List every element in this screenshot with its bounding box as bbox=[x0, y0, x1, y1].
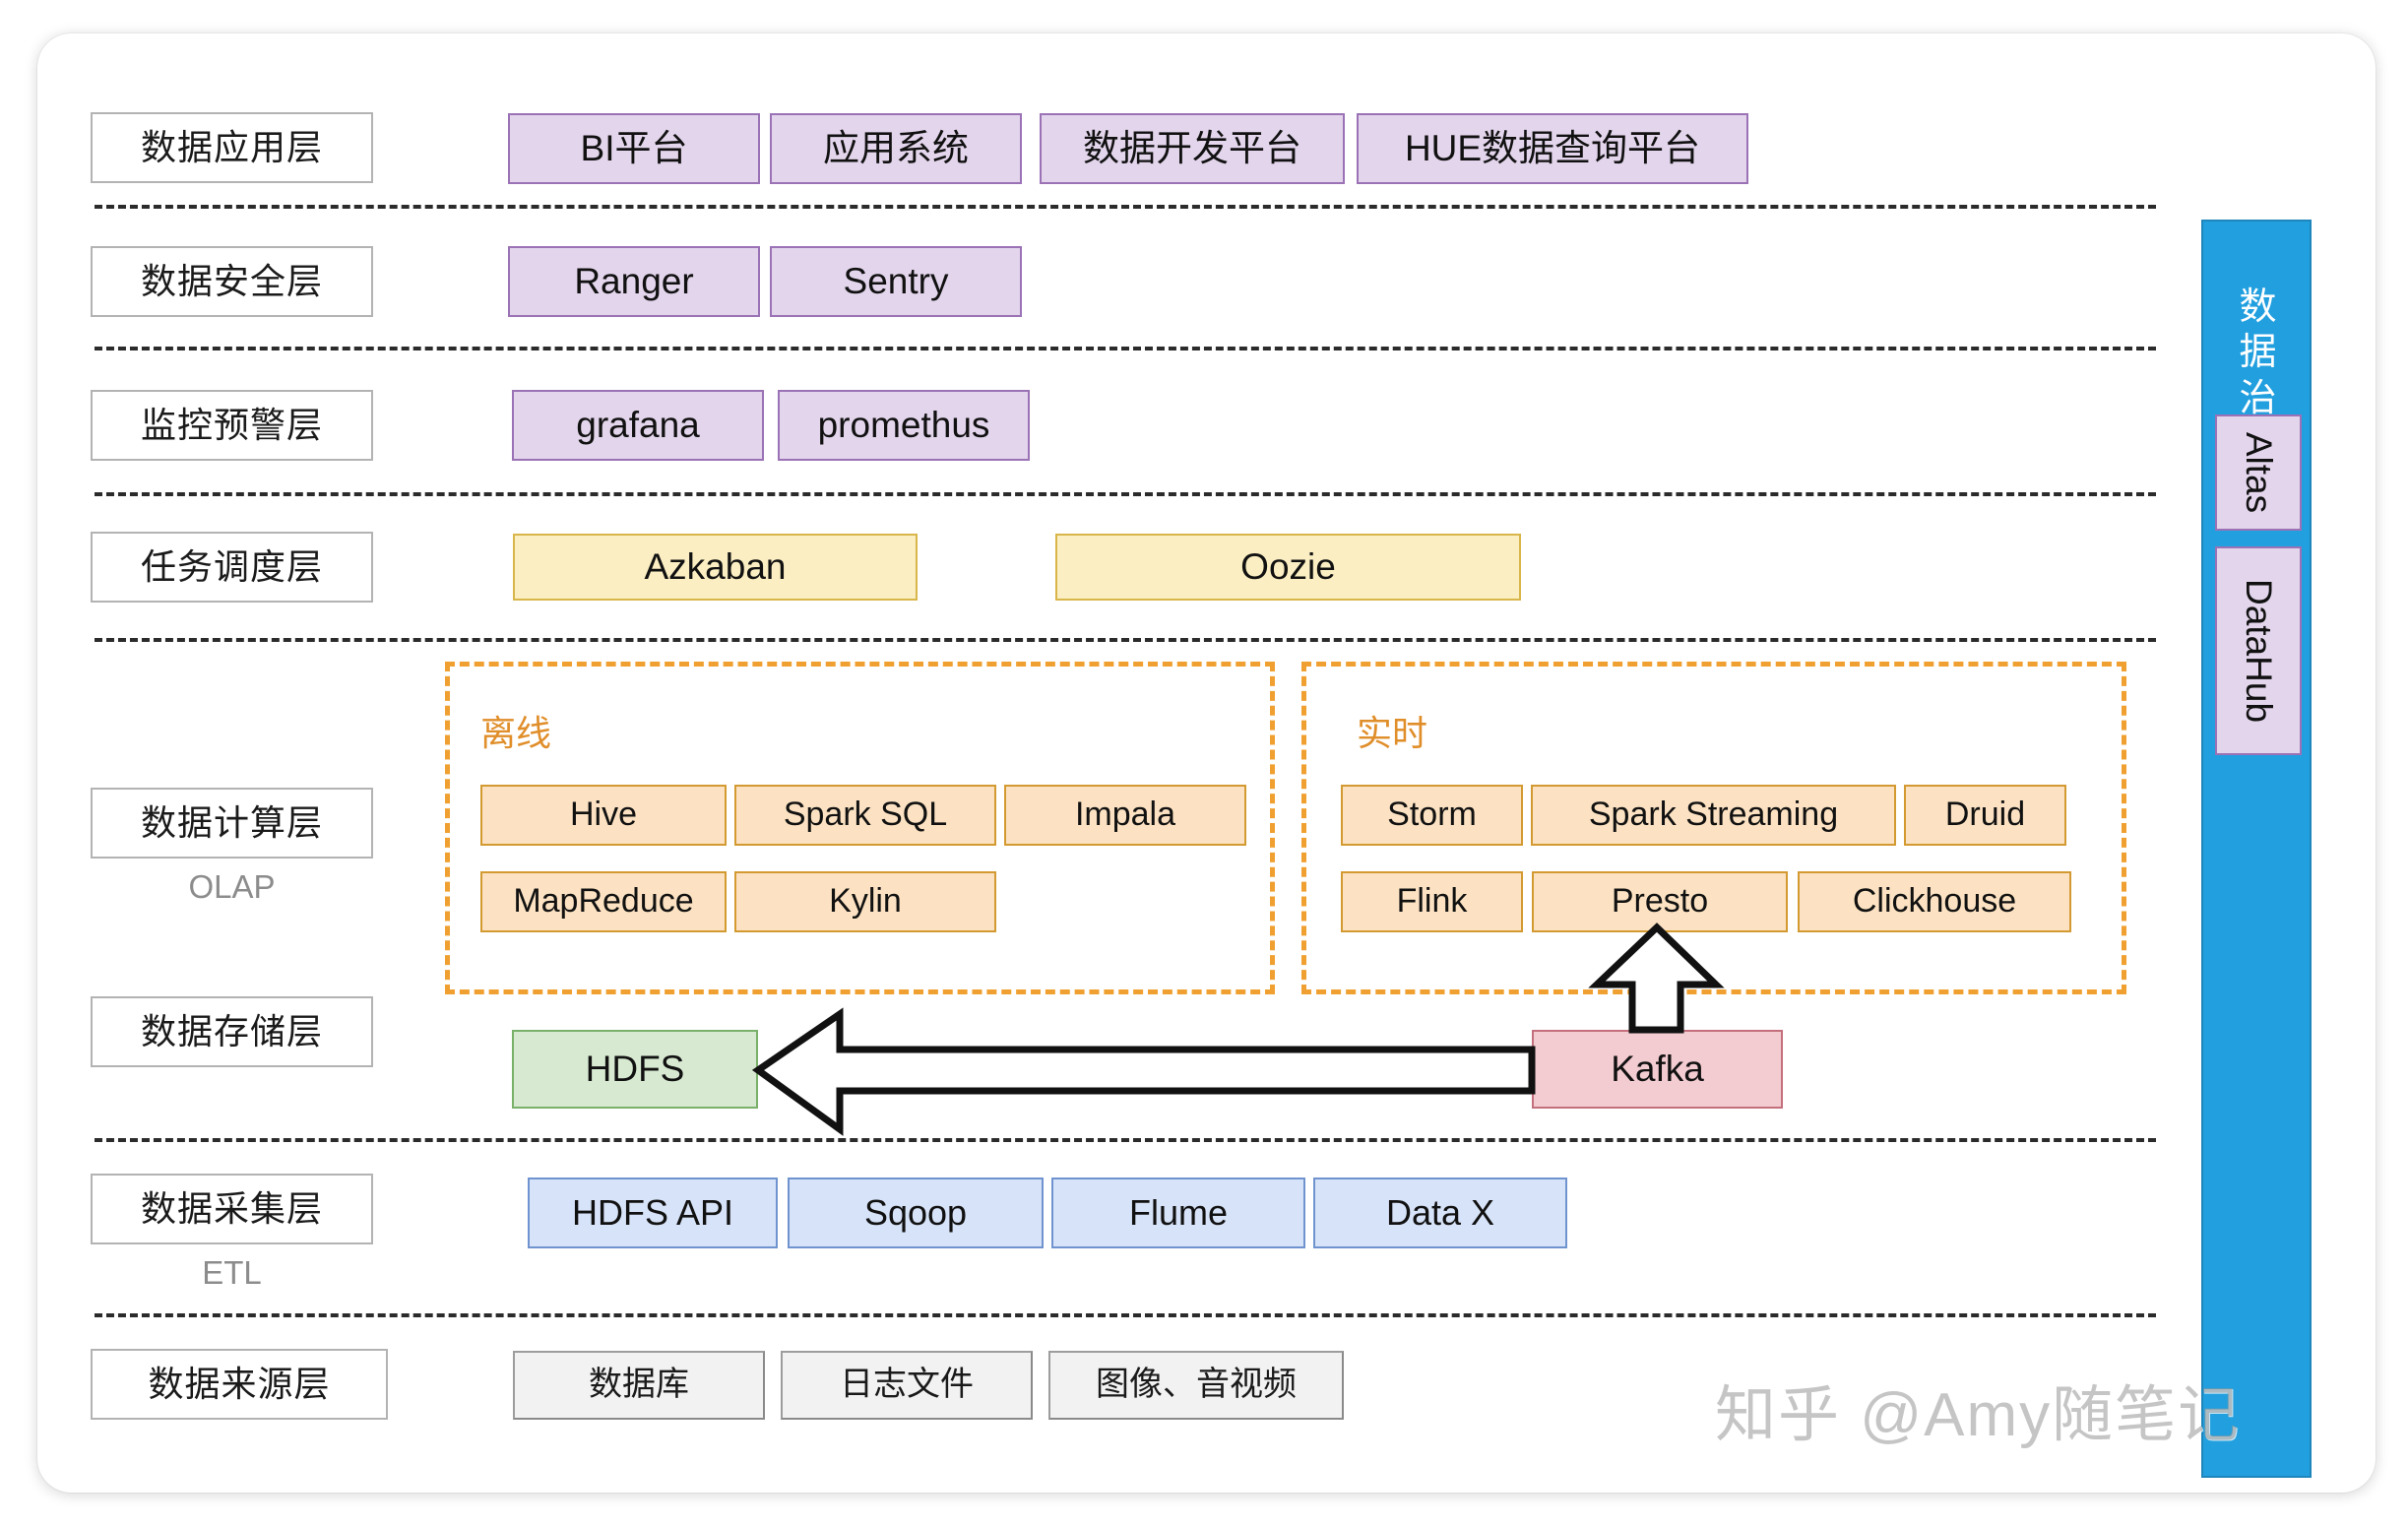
separator-security-monitor bbox=[95, 347, 2156, 350]
collect-item-flume[interactable]: Flume bbox=[1051, 1178, 1305, 1248]
monitor-item-promethus[interactable]: promethus bbox=[778, 390, 1030, 461]
separator-collect-source bbox=[95, 1313, 2156, 1317]
diagram-canvas: 数据应用层 数据安全层 监控预警层 任务调度层 数据计算层 OLAP 数据存储层… bbox=[0, 0, 2408, 1528]
app-item-data-dev-platform[interactable]: 数据开发平台 bbox=[1040, 113, 1345, 184]
source-item-media[interactable]: 图像、音视频 bbox=[1048, 1351, 1344, 1420]
compute-offline-hive[interactable]: Hive bbox=[480, 785, 727, 846]
layer-label-compute: 数据计算层 bbox=[91, 788, 373, 859]
layer-label-security: 数据安全层 bbox=[91, 246, 373, 317]
layer-label-storage: 数据存储层 bbox=[91, 996, 373, 1067]
security-item-ranger[interactable]: Ranger bbox=[508, 246, 760, 317]
compute-realtime-clickhouse[interactable]: Clickhouse bbox=[1798, 871, 2071, 932]
layer-label-monitor: 监控预警层 bbox=[91, 390, 373, 461]
layer-sublabel-etl: ETL bbox=[202, 1254, 262, 1291]
layer-label-source: 数据来源层 bbox=[91, 1349, 388, 1420]
app-item-bi-platform[interactable]: BI平台 bbox=[508, 113, 760, 184]
layer-label-schedule: 任务调度层 bbox=[91, 532, 373, 603]
compute-realtime-title: 实时 bbox=[1357, 713, 1428, 753]
security-item-sentry[interactable]: Sentry bbox=[770, 246, 1022, 317]
source-item-log-files[interactable]: 日志文件 bbox=[781, 1351, 1033, 1420]
governance-bar[interactable]: 数据治理 Altas DataHub bbox=[2201, 220, 2312, 1478]
layer-sublabel-olap: OLAP bbox=[188, 868, 276, 905]
collect-item-hdfs-api[interactable]: HDFS API bbox=[528, 1178, 778, 1248]
monitor-item-grafana[interactable]: grafana bbox=[512, 390, 764, 461]
schedule-item-oozie[interactable]: Oozie bbox=[1055, 534, 1521, 601]
layer-label-app: 数据应用层 bbox=[91, 112, 373, 183]
collect-item-data-x[interactable]: Data X bbox=[1313, 1178, 1567, 1248]
layer-label-collect: 数据采集层 bbox=[91, 1174, 373, 1244]
compute-realtime-spark-streaming[interactable]: Spark Streaming bbox=[1531, 785, 1896, 846]
compute-realtime-druid[interactable]: Druid bbox=[1904, 785, 2066, 846]
governance-chip-altas[interactable]: Altas bbox=[2215, 414, 2302, 531]
compute-realtime-presto[interactable]: Presto bbox=[1532, 871, 1788, 932]
storage-item-kafka[interactable]: Kafka bbox=[1532, 1030, 1783, 1109]
separator-app-security bbox=[95, 205, 2156, 209]
compute-offline-spark-sql[interactable]: Spark SQL bbox=[734, 785, 996, 846]
storage-item-hdfs[interactable]: HDFS bbox=[512, 1030, 758, 1109]
governance-chip-datahub[interactable]: DataHub bbox=[2215, 546, 2302, 755]
collect-item-sqoop[interactable]: Sqoop bbox=[788, 1178, 1044, 1248]
compute-realtime-flink[interactable]: Flink bbox=[1341, 871, 1523, 932]
app-item-hue-query-platform[interactable]: HUE数据查询平台 bbox=[1357, 113, 1748, 184]
app-item-application-system[interactable]: 应用系统 bbox=[770, 113, 1022, 184]
compute-offline-mapreduce[interactable]: MapReduce bbox=[480, 871, 727, 932]
governance-chip-datahub-label: DataHub bbox=[2239, 578, 2279, 724]
separator-schedule-compute bbox=[95, 638, 2156, 642]
compute-offline-title: 离线 bbox=[480, 713, 552, 753]
governance-chip-altas-label: Altas bbox=[2238, 431, 2279, 514]
compute-realtime-storm[interactable]: Storm bbox=[1341, 785, 1523, 846]
separator-monitor-schedule bbox=[95, 492, 2156, 496]
source-item-database[interactable]: 数据库 bbox=[513, 1351, 765, 1420]
compute-offline-impala[interactable]: Impala bbox=[1004, 785, 1246, 846]
compute-offline-kylin[interactable]: Kylin bbox=[734, 871, 996, 932]
separator-storage-collect bbox=[95, 1138, 2156, 1142]
schedule-item-azkaban[interactable]: Azkaban bbox=[513, 534, 918, 601]
